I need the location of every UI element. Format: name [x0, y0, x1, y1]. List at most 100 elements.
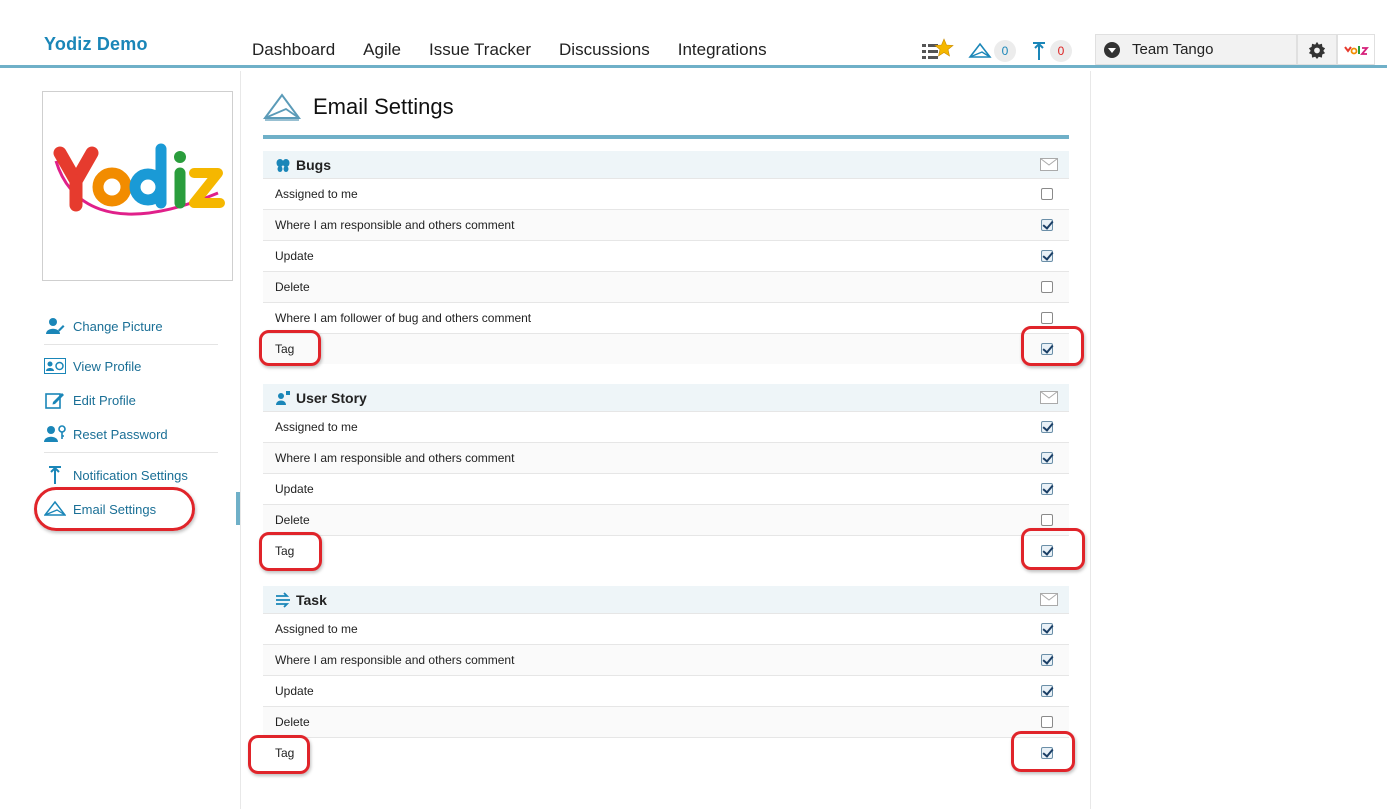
sidebar-item-email-settings[interactable]: Email Settings: [44, 499, 156, 519]
setting-label: Delete: [275, 715, 310, 729]
main-nav: Dashboard Agile Issue Tracker Discussion…: [252, 40, 795, 60]
nav-agile[interactable]: Agile: [363, 40, 401, 60]
sidebar-item-reset-password[interactable]: Reset Password: [44, 424, 168, 444]
setting-checkbox[interactable]: [1041, 747, 1053, 759]
task-list-star-icon: [922, 38, 954, 59]
header-icons: 0 0: [918, 38, 1086, 64]
section-bugs: Bugs Assigned to me Where I am responsib…: [263, 151, 1069, 364]
sidebar-item-notification-settings[interactable]: Notification Settings: [44, 465, 188, 485]
team-name: Team Tango: [1132, 41, 1214, 58]
setting-checkbox[interactable]: [1041, 250, 1053, 262]
profile-sidebar: Change Picture View Profile Edit Profile…: [0, 71, 240, 809]
my-tasks-button[interactable]: [918, 38, 954, 64]
sidebar-item-view-profile[interactable]: View Profile: [44, 356, 141, 376]
setting-label: Where I am follower of bug and others co…: [275, 311, 532, 325]
setting-checkbox[interactable]: [1041, 623, 1053, 635]
setting-checkbox[interactable]: [1041, 281, 1053, 293]
active-indicator: [236, 492, 240, 525]
sidebar-item-label: Reset Password: [73, 426, 168, 442]
profile-picture: [42, 91, 233, 281]
user-story-icon: [276, 390, 290, 405]
email-count-badge: 0: [994, 40, 1016, 62]
user-avatar[interactable]: [1337, 34, 1375, 65]
gear-icon: [1308, 41, 1326, 59]
setting-label: Delete: [275, 280, 310, 294]
nav-integrations[interactable]: Integrations: [678, 40, 767, 60]
setting-checkbox[interactable]: [1041, 452, 1053, 464]
task-icon: [276, 591, 290, 608]
section-user-story: User Story Assigned to me Where I am res…: [263, 384, 1069, 566]
setting-checkbox[interactable]: [1041, 483, 1053, 495]
setting-row: Delete: [263, 271, 1069, 302]
setting-checkbox[interactable]: [1041, 312, 1053, 324]
setting-label: Tag: [275, 746, 295, 760]
setting-row: Update: [263, 675, 1069, 706]
page-title: Email Settings: [313, 94, 454, 119]
sidebar-item-label: Edit Profile: [73, 392, 136, 408]
notification-pin-icon: [1033, 42, 1045, 60]
setting-label: Assigned to me: [275, 187, 358, 201]
email-settings-icon: [44, 499, 66, 519]
envelope-icon: [1040, 158, 1058, 171]
setting-checkbox[interactable]: [1041, 421, 1053, 433]
setting-label: Update: [275, 249, 314, 263]
setting-row: Tag: [263, 333, 1069, 364]
reset-password-icon: [44, 424, 66, 444]
setting-label: Update: [275, 684, 314, 698]
section-title: Task: [296, 591, 327, 608]
section-title: User Story: [296, 389, 367, 406]
nav-discussions[interactable]: Discussions: [559, 40, 650, 60]
setting-row: Assigned to me: [263, 178, 1069, 209]
brand-title[interactable]: Yodiz Demo: [44, 34, 148, 55]
nav-issue-tracker[interactable]: Issue Tracker: [429, 40, 531, 60]
setting-checkbox[interactable]: [1041, 654, 1053, 666]
paper-plane-icon: [263, 93, 301, 121]
email-counter[interactable]: 0: [968, 40, 1016, 62]
sidebar-item-change-picture[interactable]: Change Picture: [44, 316, 163, 336]
setting-checkbox[interactable]: [1041, 514, 1053, 526]
bug-icon: [276, 158, 290, 172]
sidebar-separator: [44, 344, 218, 345]
nav-dashboard[interactable]: Dashboard: [252, 40, 335, 60]
setting-checkbox[interactable]: [1041, 188, 1053, 200]
setting-row: Where I am follower of bug and others co…: [263, 302, 1069, 333]
setting-checkbox[interactable]: [1041, 685, 1053, 697]
setting-row: Assigned to me: [263, 613, 1069, 644]
setting-label: Assigned to me: [275, 622, 358, 636]
setting-row: Update: [263, 240, 1069, 271]
setting-label: Where I am responsible and others commen…: [275, 451, 515, 465]
setting-label: Where I am responsible and others commen…: [275, 218, 515, 232]
setting-label: Tag: [275, 544, 295, 558]
setting-label: Assigned to me: [275, 420, 358, 434]
section-title: Bugs: [296, 156, 331, 173]
setting-label: Delete: [275, 513, 310, 527]
section-header: Task: [263, 586, 1069, 613]
page-header: Email Settings: [263, 91, 454, 123]
sidebar-item-label: View Profile: [73, 358, 142, 374]
sidebar-item-label: Email Settings: [73, 501, 157, 517]
envelope-icon: [1040, 593, 1058, 606]
notification-counter[interactable]: 0: [1030, 40, 1072, 62]
content-divider: [1090, 71, 1091, 809]
setting-checkbox[interactable]: [1041, 343, 1053, 355]
sidebar-item-label: Notification Settings: [73, 467, 188, 483]
team-selector[interactable]: Team Tango: [1095, 34, 1297, 65]
section-header: User Story: [263, 384, 1069, 411]
settings-button[interactable]: [1297, 34, 1337, 65]
setting-row: Delete: [263, 504, 1069, 535]
setting-row: Tag: [263, 535, 1069, 566]
sidebar-item-label: Change Picture: [73, 318, 163, 334]
setting-row: Where I am responsible and others commen…: [263, 644, 1069, 675]
setting-row: Update: [263, 473, 1069, 504]
setting-checkbox[interactable]: [1041, 219, 1053, 231]
top-header: Yodiz Demo Dashboard Agile Issue Tracker…: [0, 0, 1387, 68]
title-rule: [263, 135, 1069, 139]
setting-row: Where I am responsible and others commen…: [263, 209, 1069, 240]
setting-row: Tag: [263, 737, 1069, 768]
sidebar-item-edit-profile[interactable]: Edit Profile: [44, 390, 136, 410]
setting-checkbox[interactable]: [1041, 545, 1053, 557]
change-picture-icon: [44, 316, 66, 336]
setting-checkbox[interactable]: [1041, 716, 1053, 728]
envelope-icon: [1040, 391, 1058, 404]
sidebar-divider: [240, 71, 241, 809]
